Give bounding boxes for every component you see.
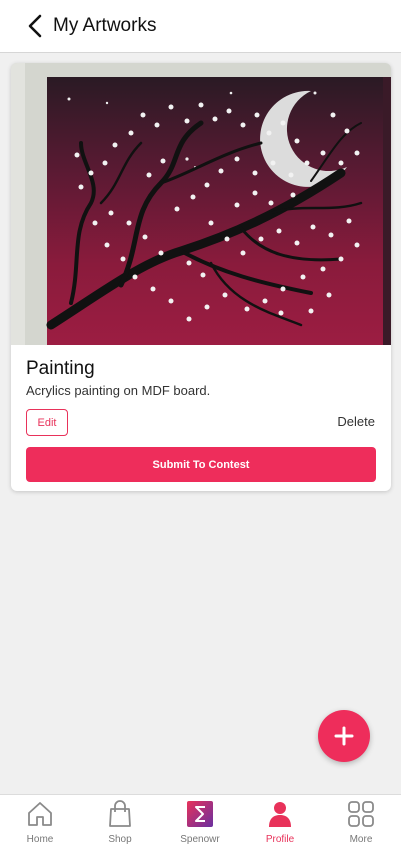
artwork-description: Acrylics painting on MDF board. bbox=[26, 383, 211, 398]
page-title: My Artworks bbox=[53, 15, 157, 36]
bottom-navigation: Home Shop Spenowr Profile More bbox=[0, 794, 401, 850]
back-button[interactable] bbox=[22, 12, 48, 40]
nav-item-home[interactable]: Home bbox=[0, 799, 80, 849]
submit-to-contest-button[interactable]: Submit To Contest bbox=[26, 447, 376, 482]
plus-icon bbox=[334, 726, 354, 746]
nav-item-more[interactable]: More bbox=[321, 799, 401, 849]
app-header: My Artworks bbox=[0, 0, 401, 53]
nav-label-home: Home bbox=[26, 834, 54, 845]
delete-button[interactable]: Delete bbox=[337, 414, 375, 430]
nav-label-profile: Profile bbox=[265, 834, 295, 845]
edit-button[interactable]: Edit bbox=[26, 409, 68, 436]
nav-label-shop: Shop bbox=[108, 834, 132, 845]
nav-label-more: More bbox=[349, 834, 373, 845]
artwork-title: Painting bbox=[26, 358, 95, 379]
artwork-card: Painting Acrylics painting on MDF board.… bbox=[11, 63, 391, 491]
nav-label-spenowr: Spenowr bbox=[180, 834, 220, 845]
add-artwork-button[interactable] bbox=[318, 710, 370, 762]
nav-item-profile[interactable]: Profile bbox=[240, 799, 320, 849]
grid-icon bbox=[348, 801, 374, 827]
home-icon bbox=[28, 802, 52, 826]
spenowr-logo-icon bbox=[187, 801, 213, 827]
artwork-image[interactable] bbox=[11, 63, 391, 345]
shopping-bag-icon bbox=[109, 800, 131, 827]
chevron-left-icon bbox=[28, 14, 42, 38]
nav-item-spenowr[interactable]: Spenowr bbox=[160, 799, 240, 849]
nav-item-shop[interactable]: Shop bbox=[80, 799, 160, 849]
person-icon bbox=[269, 802, 291, 827]
